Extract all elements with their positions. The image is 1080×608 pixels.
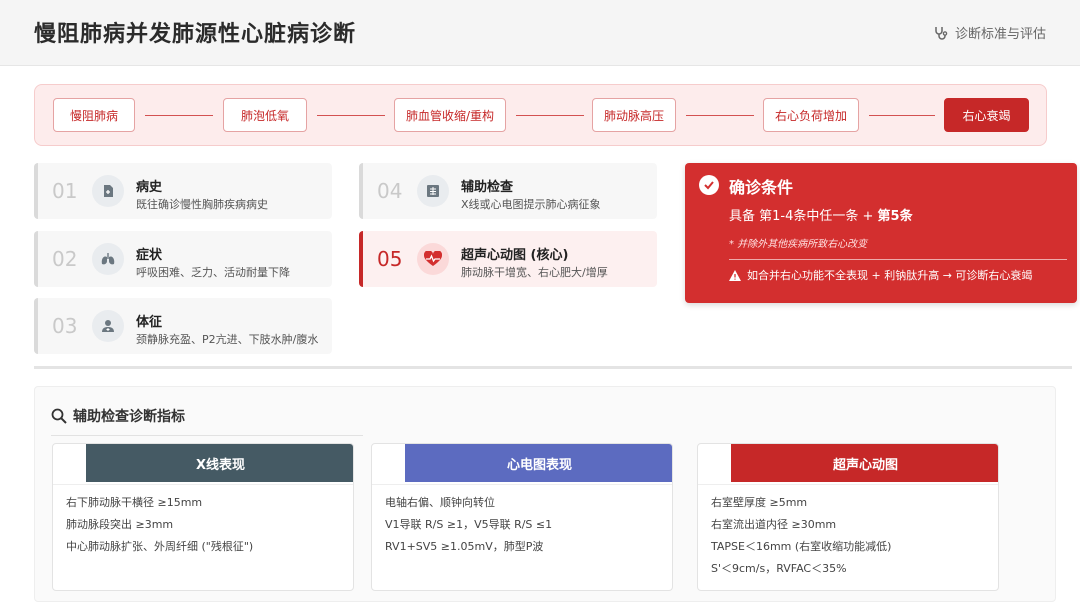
- diagnosis-condition: 具备 第1-4条中任一条 + 第5条: [729, 205, 913, 224]
- divider: [698, 484, 998, 485]
- criterion-card-history: 01 病史 既往确诊慢性胸肺疾病病史: [34, 163, 332, 219]
- list-item: V1导联 R/S ≥1，V5导联 R/S ≤1: [385, 518, 553, 531]
- flow-step-pulmonary-hypertension: 肺动脉高压: [592, 98, 676, 132]
- section-divider: [34, 366, 1072, 369]
- criterion-card-signs: 03 体征 颈静脉充盈、P2亢进、下肢水肿/腹水: [34, 298, 332, 354]
- indicators-panel: 辅助检查诊断指标 X线表现 右下肺动脉干横径 ≥15mm 肺动脉段突出 ≥3mm…: [34, 386, 1056, 602]
- criterion-number: 01: [52, 179, 78, 203]
- indicator-card-header: 心电图表现: [405, 444, 672, 482]
- criterion-desc: X线或心电图提示肺心病征象: [461, 198, 601, 211]
- stethoscope-icon: [935, 26, 948, 40]
- list-item: 电轴右偏、顺钟向转位: [385, 496, 495, 509]
- search-icon: [51, 408, 67, 424]
- list-item: S'＜9cm/s，RVFAC＜35%: [711, 562, 847, 575]
- list-item: 右室流出道内径 ≥30mm: [711, 518, 837, 531]
- criterion-desc: 颈静脉充盈、P2亢进、下肢水肿/腹水: [136, 333, 319, 346]
- flow-step-right-heart-load: 右心负荷增加: [763, 98, 859, 132]
- indicator-card-echo: 超声心动图 右室壁厚度 ≥5mm 右室流出道内径 ≥30mm TAPSE＜16m…: [697, 443, 999, 591]
- flow-step-right-heart-failure: 右心衰竭: [944, 98, 1029, 132]
- criteria-link-label: 诊断标准与评估: [954, 27, 1046, 42]
- list-item: 右下肺动脉干横径 ≥15mm: [66, 496, 203, 509]
- divider: [372, 484, 672, 485]
- diagnosis-condition-core: 第5条: [877, 209, 913, 224]
- criterion-title: 体征: [136, 315, 163, 330]
- flow-connector: [145, 115, 213, 116]
- divider: [51, 435, 363, 436]
- indicator-card-header: X线表现: [86, 444, 353, 482]
- diagnosis-exclusion-note: * 并除外其他疾病所致右心改变: [729, 239, 868, 250]
- flow-connector: [317, 115, 385, 116]
- indicator-card-ecg: 心电图表现 电轴右偏、顺钟向转位 V1导联 R/S ≥1，V5导联 R/S ≤1…: [371, 443, 673, 591]
- indicators-title-text: 辅助检查诊断指标: [73, 409, 185, 425]
- criterion-title: 症状: [136, 248, 163, 263]
- check-circle-icon: [699, 175, 719, 195]
- criterion-desc: 既往确诊慢性胸肺疾病病史: [136, 198, 268, 211]
- indicator-list: 右室壁厚度 ≥5mm 右室流出道内径 ≥30mm TAPSE＜16mm (右室收…: [711, 492, 891, 580]
- list-item: RV1+SV5 ≥1.05mV，肺型P波: [385, 540, 544, 553]
- criterion-card-symptoms: 02 症状 呼吸困难、乏力、活动耐量下降: [34, 231, 332, 287]
- diagnosis-condition-text: 具备 第1-4条中任一条 +: [729, 209, 878, 224]
- flow-step-vascular-remodeling: 肺血管收缩/重构: [394, 98, 506, 132]
- divider: [729, 259, 1067, 260]
- pathophysiology-flow: 慢阻肺病 肺泡低氧 肺血管收缩/重构 肺动脉高压 右心负荷增加 右心衰竭: [34, 84, 1047, 146]
- criterion-number: 02: [52, 247, 78, 271]
- list-item: 中心肺动脉扩张、外周纤细 ("残根征"): [66, 540, 254, 553]
- criterion-title: 超声心动图 (核心): [461, 248, 569, 263]
- indicator-list: 右下肺动脉干横径 ≥15mm 肺动脉段突出 ≥3mm 中心肺动脉扩张、外周纤细 …: [66, 492, 253, 558]
- list-item: TAPSE＜16mm (右室收缩功能减低): [711, 540, 892, 553]
- document-icon: [92, 175, 124, 207]
- flow-connector: [686, 115, 754, 116]
- flow-connector: [516, 115, 584, 116]
- indicator-card-xray: X线表现 右下肺动脉干横径 ≥15mm 肺动脉段突出 ≥3mm 中心肺动脉扩张、…: [52, 443, 354, 591]
- flow-connector: [869, 115, 935, 116]
- heart-failure-warning: 如合并右心功能不全表现 + 利钠肽升高 → 可诊断右心衰竭: [729, 267, 1032, 283]
- criterion-title: 辅助检查: [461, 180, 514, 195]
- page-header: 慢阻肺病并发肺源性心脏病诊断 诊断标准与评估: [0, 0, 1080, 66]
- diagnosis-title: 确诊条件: [729, 178, 794, 197]
- criterion-number: 05: [377, 247, 403, 271]
- page-title: 慢阻肺病并发肺源性心脏病诊断: [34, 22, 357, 47]
- list-item: 右室壁厚度 ≥5mm: [711, 496, 808, 509]
- doctor-icon: [92, 310, 124, 342]
- criterion-card-echo: 05 超声心动图 (核心) 肺动脉干增宽、右心肥大/增厚: [359, 231, 657, 287]
- indicator-list: 电轴右偏、顺钟向转位 V1导联 R/S ≥1，V5导联 R/S ≤1 RV1+S…: [385, 492, 552, 558]
- criterion-number: 04: [377, 179, 403, 203]
- lungs-icon: [92, 243, 124, 275]
- criterion-number: 03: [52, 314, 78, 338]
- heartbeat-icon: [417, 243, 449, 275]
- criterion-desc: 呼吸困难、乏力、活动耐量下降: [136, 266, 290, 279]
- diagnosis-criteria-box: 确诊条件 具备 第1-4条中任一条 + 第5条 * 并除外其他疾病所致右心改变 …: [685, 163, 1077, 303]
- criterion-desc: 肺动脉干增宽、右心肥大/增厚: [461, 266, 608, 279]
- flow-step-hypoxia: 肺泡低氧: [223, 98, 307, 132]
- warning-icon: [729, 269, 741, 281]
- indicators-title: 辅助检查诊断指标: [51, 406, 185, 426]
- xray-icon: [417, 175, 449, 207]
- flow-step-copd: 慢阻肺病: [53, 98, 135, 132]
- criterion-title: 病史: [136, 180, 163, 195]
- indicator-card-header: 超声心动图: [731, 444, 998, 482]
- list-item: 肺动脉段突出 ≥3mm: [66, 518, 174, 531]
- warning-text: 如合并右心功能不全表现 + 利钠肽升高 → 可诊断右心衰竭: [747, 269, 1033, 282]
- divider: [53, 484, 353, 485]
- criterion-card-exams: 04 辅助检查 X线或心电图提示肺心病征象: [359, 163, 657, 219]
- criteria-link[interactable]: 诊断标准与评估: [933, 23, 1046, 42]
